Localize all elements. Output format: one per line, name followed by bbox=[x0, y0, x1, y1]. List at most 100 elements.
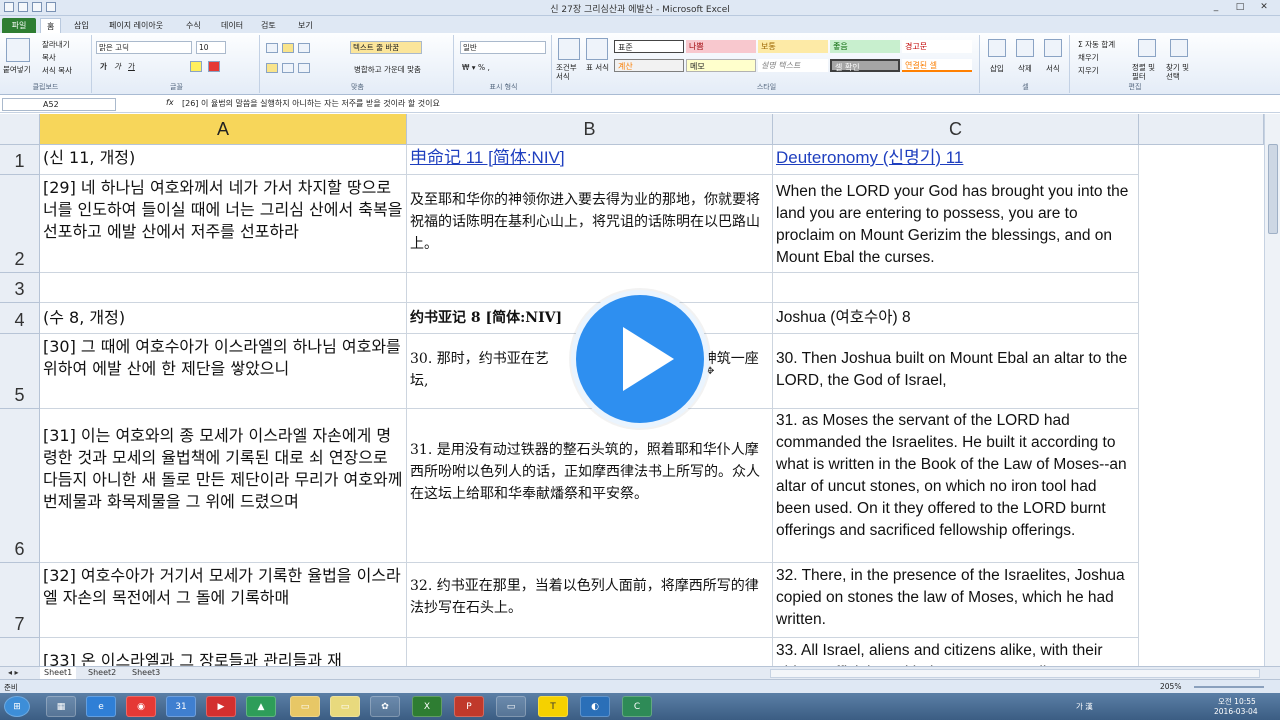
clear-button[interactable]: 지우기 bbox=[1078, 65, 1099, 76]
select-all-corner[interactable] bbox=[0, 114, 40, 145]
column-header-b[interactable]: B bbox=[407, 114, 773, 145]
autosum-button[interactable]: Σ 자동 합계 bbox=[1078, 39, 1115, 50]
underline-button[interactable]: 가 bbox=[128, 61, 135, 72]
cell-b2[interactable]: 及至耶和华你的神领你进入要去得为业的那地，你就要将祝福的话陈明在基利心山上，将咒… bbox=[407, 175, 773, 273]
cell-a7[interactable]: [32] 여호수아가 거기서 모세가 기록한 율법을 이스라엘 자손의 목전에서… bbox=[40, 563, 407, 638]
style-normal[interactable]: 표준 bbox=[614, 40, 684, 53]
cell-a4[interactable]: (수 8, 개정) bbox=[40, 303, 407, 334]
tab-view[interactable]: 보기 bbox=[292, 18, 319, 33]
align-left-icon[interactable] bbox=[266, 63, 278, 73]
window-icon[interactable]: ▭ bbox=[496, 696, 526, 717]
bold-button[interactable]: 가 bbox=[100, 61, 107, 72]
cell-a3[interactable] bbox=[40, 273, 407, 303]
table-format-icon[interactable] bbox=[586, 38, 608, 60]
vertical-scroll-thumb[interactable] bbox=[1268, 144, 1278, 234]
row-header[interactable]: 5 bbox=[0, 334, 40, 409]
conditional-format-button[interactable]: 조건부 서식 bbox=[556, 63, 584, 81]
cell-a8[interactable]: [33] 온 이스라엘과 그 장로들과 관리들과 재 bbox=[40, 638, 407, 666]
style-bad[interactable]: 나쁨 bbox=[686, 40, 756, 53]
column-header-c[interactable]: C bbox=[773, 114, 1139, 145]
vertical-scrollbar[interactable] bbox=[1264, 114, 1280, 666]
conditional-format-icon[interactable] bbox=[558, 38, 580, 60]
zoom-slider[interactable] bbox=[1194, 686, 1264, 688]
italic-button[interactable]: 가 bbox=[114, 61, 121, 72]
format-cells-icon[interactable] bbox=[1044, 39, 1062, 57]
cell-b7[interactable]: 32. 约书亚在那里，当着以色列人面前，将摩西所写的律法抄写在石头上。 bbox=[407, 563, 773, 638]
browser-icon[interactable]: ◐ bbox=[580, 696, 610, 717]
google-drive-icon[interactable]: ▲ bbox=[246, 696, 276, 717]
tab-insert[interactable]: 삽입 bbox=[68, 18, 95, 33]
currency-button[interactable]: ₩ ▾ % , bbox=[462, 63, 490, 72]
tab-home[interactable]: 홈 bbox=[40, 18, 62, 33]
align-center-icon[interactable] bbox=[282, 63, 294, 73]
sort-filter-button[interactable]: 정렬 및 필터 bbox=[1132, 63, 1162, 81]
cell-b8[interactable] bbox=[407, 638, 773, 666]
apps-icon[interactable]: ▦ bbox=[46, 696, 76, 717]
tab-review[interactable]: 검토 bbox=[255, 18, 282, 33]
youtube-icon[interactable]: ▶ bbox=[206, 696, 236, 717]
sort-filter-icon[interactable] bbox=[1138, 39, 1156, 57]
row-header[interactable]: 2 bbox=[0, 175, 40, 273]
table-format-button[interactable]: 표 서식 bbox=[586, 63, 612, 72]
clock-date[interactable]: 2016-03-04 bbox=[1214, 707, 1258, 716]
cell-a1[interactable]: (신 11, 개정) bbox=[40, 145, 407, 175]
font-name-select[interactable]: 맑은 고딕 bbox=[96, 41, 192, 54]
sheet-tab-1[interactable]: Sheet1 bbox=[40, 667, 77, 679]
style-linked-cell[interactable]: 연결된 셀 bbox=[902, 59, 972, 72]
paste-button[interactable]: 붙여넣기 bbox=[3, 64, 31, 75]
style-good[interactable]: 좋음 bbox=[830, 40, 900, 53]
style-note[interactable]: 메모 bbox=[686, 59, 756, 72]
ime-indicator[interactable]: 가 漢 bbox=[1076, 701, 1093, 712]
zoom-level[interactable]: 205% bbox=[1160, 682, 1181, 691]
calendar-icon[interactable]: 31 bbox=[166, 696, 196, 717]
cell-c5[interactable]: 30. Then Joshua built on Mount Ebal an a… bbox=[773, 334, 1139, 409]
copy-button[interactable]: 복사 bbox=[42, 52, 56, 63]
cell-c7[interactable]: 32. There, in the presence of the Israel… bbox=[773, 563, 1139, 638]
cell-a6[interactable]: [31] 이는 여호와의 종 모세가 이스라엘 자손에게 명령한 것과 모세의 … bbox=[40, 409, 407, 563]
start-button-icon[interactable]: ⊞ bbox=[4, 696, 30, 717]
horizontal-scrollbar[interactable] bbox=[770, 669, 1260, 678]
align-top-icon[interactable] bbox=[266, 43, 278, 53]
row-header[interactable]: 1 bbox=[0, 145, 40, 175]
folder-icon[interactable]: ▭ bbox=[290, 696, 320, 717]
row-header[interactable]: 6 bbox=[0, 409, 40, 563]
close-button[interactable]: ✕ bbox=[1252, 1, 1276, 14]
kakaotalk-icon[interactable]: T bbox=[538, 696, 568, 717]
fill-button[interactable]: 채우기 bbox=[1078, 52, 1099, 63]
cell-a5[interactable]: [30] 그 때에 여호수아가 이스라엘의 하나님 여호와를 위하여 에발 산에… bbox=[40, 334, 407, 409]
row-header[interactable]: 4 bbox=[0, 303, 40, 334]
merge-center-button[interactable]: 병합하고 가운데 맞춤 bbox=[354, 64, 421, 75]
sheet-tab-3[interactable]: Sheet3 bbox=[128, 667, 164, 679]
font-color-icon[interactable] bbox=[208, 61, 220, 72]
cell-a2[interactable]: [29] 네 하나님 여호와께서 네가 가서 차지할 땅으로 너를 인도하여 들… bbox=[40, 175, 407, 273]
tab-file[interactable]: 파일 bbox=[2, 18, 36, 33]
maximize-button[interactable]: □ bbox=[1228, 1, 1252, 14]
internet-explorer-icon[interactable]: e bbox=[86, 696, 116, 717]
clock-time[interactable]: 오전 10:55 bbox=[1218, 696, 1256, 707]
style-check-cell[interactable]: 셀 확인 bbox=[830, 59, 900, 72]
play-button[interactable] bbox=[571, 290, 709, 428]
style-warning[interactable]: 경고문 bbox=[902, 40, 972, 53]
row-header[interactable]: 3 bbox=[0, 273, 40, 303]
notes-icon[interactable]: ▭ bbox=[330, 696, 360, 717]
tab-data[interactable]: 데이터 bbox=[215, 18, 249, 33]
excel-taskbar-icon[interactable]: X bbox=[412, 696, 442, 717]
cell-c3[interactable] bbox=[773, 273, 1139, 303]
number-format-select[interactable]: 일반 bbox=[460, 41, 546, 54]
settings-icon[interactable]: ✿ bbox=[370, 696, 400, 717]
align-bottom-icon[interactable] bbox=[298, 43, 310, 53]
column-header-a[interactable]: A bbox=[40, 114, 407, 145]
cell-c8[interactable]: 33. All Israel, aliens and citizens alik… bbox=[773, 638, 1139, 666]
row-header[interactable] bbox=[0, 638, 40, 666]
tab-page-layout[interactable]: 페이지 레이아웃 bbox=[103, 18, 169, 33]
style-explanatory[interactable]: 설명 텍스트 bbox=[758, 59, 828, 72]
fill-color-icon[interactable] bbox=[190, 61, 202, 72]
cell-c2[interactable]: When the LORD your God has brought you i… bbox=[773, 175, 1139, 273]
terminal-icon[interactable]: C bbox=[622, 696, 652, 717]
style-neutral[interactable]: 보통 bbox=[758, 40, 828, 53]
formula-input[interactable]: [26] 이 율법의 말씀을 실행하지 아니하는 자는 저주를 받을 것이라 할… bbox=[182, 98, 440, 109]
row-header[interactable]: 7 bbox=[0, 563, 40, 638]
format-cells-button[interactable]: 서식 bbox=[1046, 63, 1060, 74]
align-right-icon[interactable] bbox=[298, 63, 310, 73]
cell-c6[interactable]: 31. as Moses the servant of the LORD had… bbox=[773, 409, 1139, 563]
